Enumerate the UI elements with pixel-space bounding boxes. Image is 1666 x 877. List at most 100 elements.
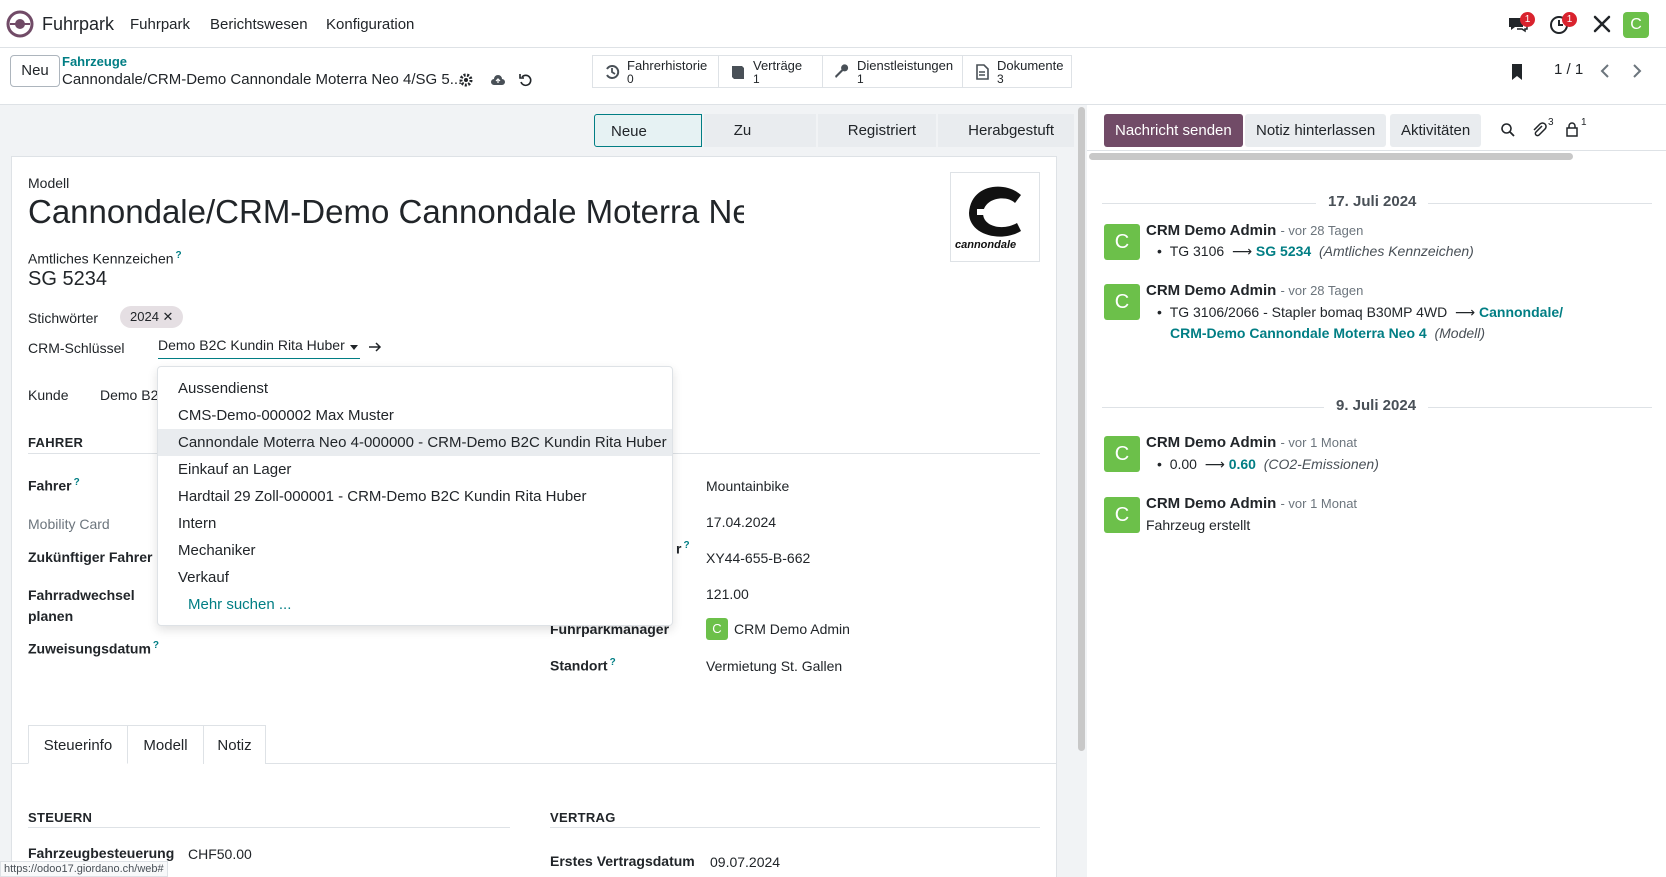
dropdown-option[interactable]: Einkauf an Lager bbox=[158, 456, 672, 483]
message-tracking-cont: CRM-Demo Cannondale Moterra Neo 4 (Model… bbox=[1170, 325, 1486, 341]
activities-badge: 1 bbox=[1562, 12, 1577, 27]
arrow-right-icon[interactable] bbox=[368, 340, 382, 354]
chatter: Nachricht senden Notiz hinterlassen Akti… bbox=[1087, 105, 1666, 877]
location-value[interactable]: Vermietung St. Gallen bbox=[706, 658, 842, 674]
odoo-logo-icon[interactable] bbox=[6, 10, 34, 38]
fleet-manager-value[interactable]: CRM Demo Admin bbox=[734, 621, 850, 637]
remove-tag-icon[interactable]: ✕ bbox=[163, 309, 174, 324]
smart-button-count: 1 bbox=[753, 72, 760, 86]
log-note-button[interactable]: Notiz hinterlassen bbox=[1245, 114, 1387, 147]
smart-button-label: Dokumente bbox=[997, 58, 1064, 73]
tools-icon[interactable] bbox=[1590, 12, 1614, 36]
form-scrollbar[interactable] bbox=[1076, 105, 1087, 877]
discard-icon[interactable] bbox=[518, 72, 534, 88]
chatter-scrollbar[interactable] bbox=[1089, 153, 1573, 160]
caret-down-icon bbox=[350, 345, 358, 350]
cloud-save-icon[interactable] bbox=[490, 72, 506, 88]
chevron-left-icon[interactable] bbox=[1598, 63, 1612, 79]
search-icon[interactable] bbox=[1500, 122, 1516, 138]
message-avatar[interactable]: C bbox=[1104, 436, 1140, 472]
driver-label: Fahrer? bbox=[28, 477, 80, 494]
plate-value[interactable]: SG 5234 bbox=[28, 268, 107, 291]
bookmark-icon[interactable] bbox=[1510, 62, 1526, 82]
dropdown-option[interactable]: CMS-Demo-000002 Max Muster bbox=[158, 402, 672, 429]
dropdown-option[interactable]: Cannondale Moterra Neo 4-000000 - CRM-De… bbox=[158, 429, 672, 456]
dropdown-option[interactable]: Aussendienst bbox=[158, 375, 672, 402]
paperclip-icon[interactable] bbox=[1531, 121, 1547, 139]
divider bbox=[550, 827, 1040, 828]
vehicle-logo[interactable]: cannondale bbox=[950, 172, 1040, 262]
new-button[interactable]: Neu bbox=[10, 55, 60, 87]
breadcrumb-parent[interactable]: Fahrzeuge bbox=[62, 54, 127, 69]
numeric-value[interactable]: 121.00 bbox=[706, 586, 749, 602]
chevron-right-icon[interactable] bbox=[1630, 63, 1644, 79]
tag-2024[interactable]: 2024 ✕ bbox=[120, 306, 184, 328]
tab-steuerinfo[interactable]: Steuerinfo bbox=[28, 725, 128, 764]
message-avatar[interactable]: C bbox=[1104, 284, 1140, 320]
wrench-icon bbox=[835, 64, 849, 78]
app-name[interactable]: Fuhrpark bbox=[42, 14, 114, 35]
tax-value[interactable]: CHF50.00 bbox=[188, 846, 252, 862]
smart-button-vertraege[interactable]: Verträge 1 bbox=[719, 56, 823, 87]
top-navbar: Fuhrpark Fuhrpark Berichtswesen Konfigur… bbox=[0, 0, 1666, 48]
smart-button-label: Verträge bbox=[753, 58, 803, 73]
bike-type-value[interactable]: Mountainbike bbox=[706, 478, 789, 494]
menu-fuhrpark[interactable]: Fuhrpark bbox=[130, 16, 190, 33]
tax-label: Fahrzeugbesteuerung bbox=[28, 845, 175, 861]
date-value[interactable]: 17.04.2024 bbox=[706, 514, 776, 530]
stage-herabgestuft[interactable]: Herabgestuft bbox=[938, 114, 1074, 147]
stage-zu-bestellen[interactable]: Zu bestellen bbox=[703, 114, 816, 172]
dropdown-option[interactable]: Mechaniker bbox=[158, 537, 672, 564]
crm-key-input[interactable]: Demo B2C Kundin Rita Huber bbox=[158, 337, 360, 359]
frame-number-value[interactable]: XY44-655-B-662 bbox=[706, 550, 810, 566]
model-value[interactable]: Cannondale/CRM-Demo Cannondale Moterra N… bbox=[28, 193, 744, 231]
smart-button-count: 3 bbox=[997, 72, 1004, 86]
message-body: Fahrzeug erstellt bbox=[1146, 517, 1251, 533]
statusbar: Neue Anfrage Zu bestellen Registriert He… bbox=[594, 114, 1076, 173]
contract-value[interactable]: 09.07.2024 bbox=[710, 854, 780, 870]
bike-change-label-2: planen bbox=[28, 608, 74, 624]
gear-icon[interactable] bbox=[458, 72, 474, 88]
stage-neue-anfrage[interactable]: Neue Anfrage bbox=[594, 114, 702, 173]
smart-button-dienstleistungen[interactable]: Dienstleistungen 1 bbox=[823, 56, 963, 87]
smart-button-dokumente[interactable]: Dokumente 3 bbox=[963, 56, 1071, 87]
customer-label: Kunde bbox=[28, 387, 69, 403]
message-author[interactable]: CRM Demo Admin - vor 1 Monat bbox=[1146, 434, 1357, 451]
dropdown-option[interactable]: Intern bbox=[158, 510, 672, 537]
message-author[interactable]: CRM Demo Admin - vor 1 Monat bbox=[1146, 495, 1357, 512]
date-separator: 9. Juli 2024 bbox=[1324, 397, 1429, 414]
tab-notiz[interactable]: Notiz bbox=[204, 725, 266, 764]
logo-text: cannondale bbox=[955, 239, 1017, 251]
tax-section-title: STEUERN bbox=[28, 810, 93, 825]
mobility-card-label: Mobility Card bbox=[28, 516, 110, 532]
breadcrumb-current: Cannondale/CRM-Demo Cannondale Moterra N… bbox=[62, 71, 463, 88]
contract-section-title: VERTRAG bbox=[550, 810, 616, 825]
send-message-button[interactable]: Nachricht senden bbox=[1104, 114, 1243, 147]
assign-date-label: Zuweisungsdatum? bbox=[28, 640, 160, 657]
label-tail: r? bbox=[676, 540, 690, 557]
tab-modell[interactable]: Modell bbox=[128, 725, 204, 764]
dropdown-option[interactable]: Hardtail 29 Zoll-000001 - CRM-Demo B2C K… bbox=[158, 483, 672, 510]
history-icon bbox=[606, 65, 620, 79]
search-more-link[interactable]: Mehr suchen ... bbox=[158, 591, 672, 618]
pager-value[interactable]: 1 / 1 bbox=[1554, 61, 1583, 78]
message-author[interactable]: CRM Demo Admin - vor 28 Tagen bbox=[1146, 282, 1363, 299]
dropdown-option[interactable]: Verkauf bbox=[158, 564, 672, 591]
menu-berichtswesen[interactable]: Berichtswesen bbox=[210, 16, 308, 33]
file-icon bbox=[976, 64, 989, 80]
message-avatar[interactable]: C bbox=[1104, 497, 1140, 533]
lock-icon[interactable] bbox=[1565, 121, 1579, 138]
user-avatar[interactable]: C bbox=[1623, 12, 1649, 38]
smart-button-label: Dienstleistungen bbox=[857, 58, 954, 73]
location-label: Standort? bbox=[550, 657, 616, 674]
menu-konfiguration[interactable]: Konfiguration bbox=[326, 16, 414, 33]
customer-value[interactable]: Demo B2 bbox=[100, 387, 158, 403]
message-author[interactable]: CRM Demo Admin - vor 28 Tagen bbox=[1146, 222, 1363, 239]
message-avatar[interactable]: C bbox=[1104, 224, 1140, 260]
smart-buttons: Fahrerhistorie 0 Verträge 1 Dienstleistu… bbox=[592, 55, 1072, 88]
date-separator: 17. Juli 2024 bbox=[1316, 193, 1429, 210]
followers-count: 1 bbox=[1581, 117, 1587, 128]
smart-button-fahrerhistorie[interactable]: Fahrerhistorie 0 bbox=[593, 56, 719, 87]
activities-button[interactable]: Aktivitäten bbox=[1390, 114, 1482, 147]
stage-registriert[interactable]: Registriert bbox=[817, 114, 937, 147]
